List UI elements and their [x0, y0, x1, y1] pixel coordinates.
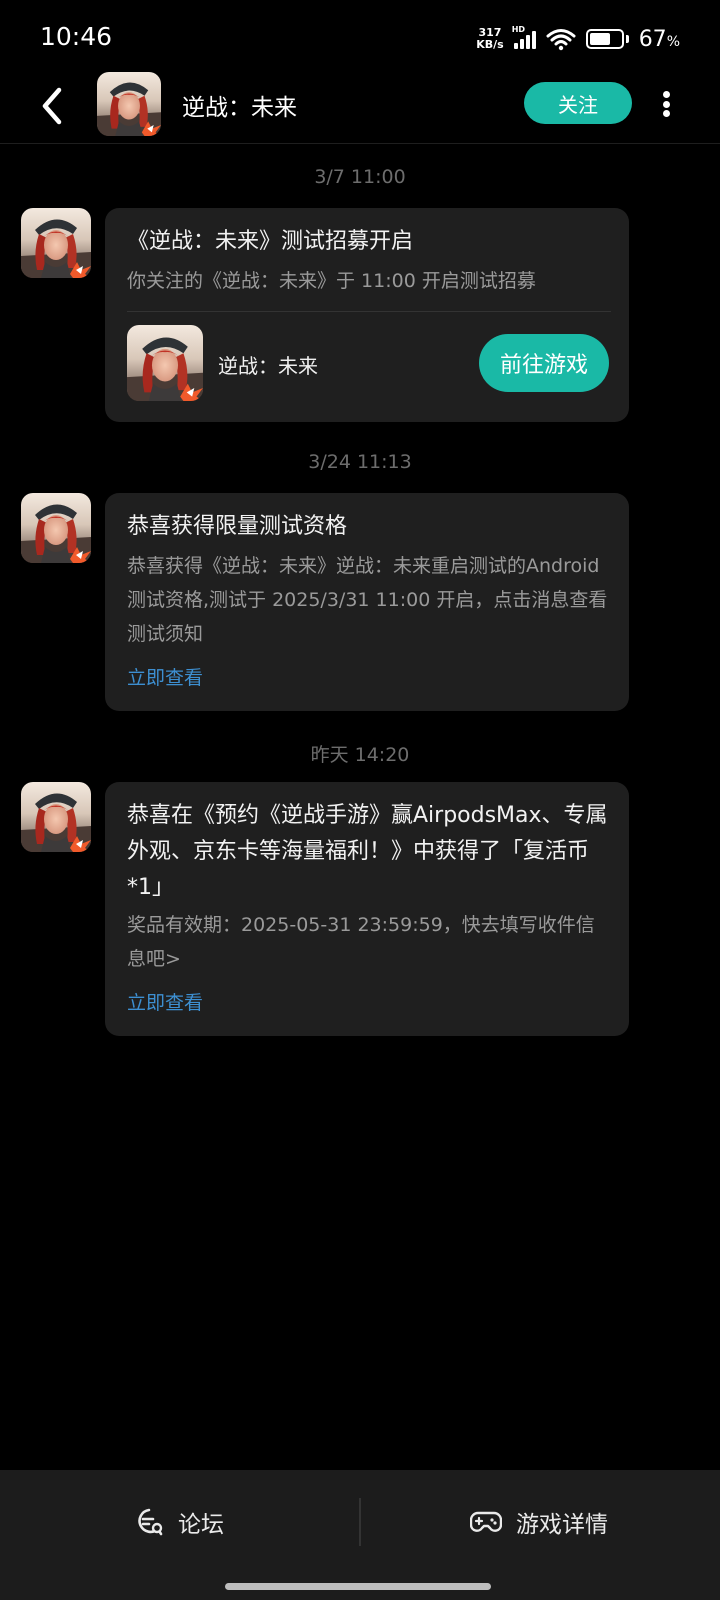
message-screen: 10:46 317 KB/s HD 67% 逆战：未来 关注 3/7 11:00… [0, 0, 720, 1600]
message-card[interactable]: 《逆战：未来》测试招募开启 你关注的《逆战：未来》于 11:00 开启测试招募 … [105, 208, 629, 422]
divider [127, 311, 611, 312]
game-art-image [127, 325, 203, 401]
battery-icon [585, 29, 629, 49]
message-title: 恭喜获得限量测试资格 [127, 514, 348, 539]
app-header: 逆战：未来 关注 [0, 72, 720, 144]
cell-signal-icon: HD [512, 25, 536, 49]
message-timestamp: 3/7 11:00 [314, 166, 406, 188]
bottom-navigation: 论坛 游戏详情 [0, 1470, 720, 1600]
nav-divider [359, 1498, 361, 1546]
battery-percent-value: 67 [638, 26, 667, 52]
page-title: 逆战：未来 [182, 95, 297, 121]
more-options-button[interactable] [654, 88, 678, 120]
message-timestamp: 3/24 11:13 [308, 451, 412, 473]
status-time: 10:46 [40, 22, 113, 51]
message-body: 奖品有效期：2025-05-31 23:59:59，快去填写收件信息吧> [127, 914, 595, 970]
message-body: 恭喜获得《逆战：未来》逆战：未来重启测试的Android测试资格,测试于 202… [127, 555, 608, 645]
forum-tab[interactable]: 论坛 [134, 1500, 224, 1544]
game-name: 逆战：未来 [218, 354, 318, 378]
go-to-game-button[interactable]: 前往游戏 [479, 334, 609, 392]
sender-avatar[interactable] [21, 493, 91, 563]
forum-label: 论坛 [178, 1512, 224, 1538]
battery-fill [589, 33, 610, 45]
message-body: 你关注的《逆战：未来》于 11:00 开启测试招募 [127, 270, 536, 292]
game-art-image [21, 208, 91, 278]
message-card[interactable]: 恭喜获得限量测试资格 恭喜获得《逆战：未来》逆战：未来重启测试的Android测… [105, 493, 629, 711]
view-now-link[interactable]: 立即查看 [127, 988, 203, 1015]
follow-button[interactable]: 关注 [524, 82, 632, 124]
message-title: 恭喜在《预约《逆战手游》赢AirpodsMax、专属外观、京东卡等海量福利！》中… [127, 803, 608, 900]
game-details-label: 游戏详情 [516, 1512, 608, 1538]
battery-percent-sign: % [666, 33, 680, 50]
home-indicator[interactable] [225, 1583, 491, 1590]
sender-avatar[interactable] [21, 208, 91, 278]
message-card[interactable]: 恭喜在《预约《逆战手游》赢AirpodsMax、专属外观、京东卡等海量福利！》中… [105, 782, 629, 1036]
sender-avatar[interactable] [21, 782, 91, 852]
message-timestamp: 昨天 14:20 [310, 744, 410, 766]
hd-label: HD [511, 25, 526, 34]
forum-chat-icon [138, 1508, 163, 1536]
game-art-image [21, 493, 91, 563]
game-avatar[interactable] [97, 72, 161, 136]
game-art-image [97, 72, 161, 136]
back-button[interactable] [30, 82, 74, 130]
message-title: 《逆战：未来》测试招募开启 [127, 229, 414, 254]
status-indicators: 317 KB/s HD 67% [476, 24, 680, 54]
net-speed-unit: KB/s [476, 38, 504, 51]
status-bar: 10:46 317 KB/s HD 67% [0, 0, 720, 72]
game-art-image [21, 782, 91, 852]
view-now-link[interactable]: 立即查看 [127, 663, 203, 690]
chevron-left-icon [42, 87, 62, 125]
battery-percent: 67% [639, 27, 680, 52]
game-icon-avatar [127, 325, 203, 401]
gamepad-icon [470, 1511, 502, 1532]
network-speed: 317 KB/s [476, 27, 503, 51]
more-vertical-icon [662, 91, 670, 98]
game-details-tab[interactable]: 游戏详情 [470, 1500, 608, 1544]
wifi-icon [546, 29, 576, 51]
